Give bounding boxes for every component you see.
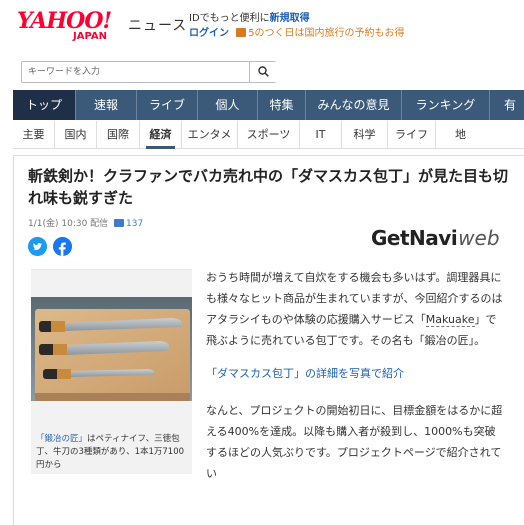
login-promo: IDでもっと便利に新規取得 ログイン 5のつく日は国内旅行の予約もお得 [189,12,405,41]
category-main[interactable]: 主要 [13,121,55,148]
category-more[interactable]: 地 [436,121,466,148]
brand-main-text: GetNavi [371,226,458,250]
comment-count[interactable]: 137 [126,219,143,229]
search-box [21,61,276,83]
article-body: おうち時間が増えて自炊をする機会も多いはず。調理器具にも様々なヒット商品が生まれ… [206,267,506,484]
logo-japan-text: JAPAN [73,31,107,42]
site-header: YAHOO! JAPAN ニュース IDでもっと便利に新規取得 ログイン 5のつ… [0,0,524,48]
article-meta: 1/1(金) 10:30 配信 137 [28,216,143,229]
photo-caption: 「鍛冶の匠」はペティナイフ、三徳包丁、牛刀の3種類があり、1本1万7100円から [36,433,191,472]
search-icon [258,66,269,77]
facebook-share-icon[interactable] [53,237,72,256]
category-nav: 主要 国内 国際 経済 エンタメ スポーツ IT 科学 ライフ 地 [13,121,524,149]
main-nav-ranking[interactable]: ランキング [402,90,490,120]
main-nav-opinion[interactable]: みんなの意見 [306,90,402,120]
main-nav-individual[interactable]: 個人 [198,90,258,120]
category-sports[interactable]: スポーツ [238,121,300,148]
logo-yahoo-text: YAHOO! [17,8,112,34]
gift-icon [236,28,247,37]
getnavi-web-logo[interactable]: GetNaviweb [371,227,500,249]
yahoo-news-logo[interactable]: YAHOO! JAPAN [17,9,129,43]
category-international[interactable]: 国際 [97,121,140,148]
main-nav: トップ 速報 ライブ 個人 特集 みんなの意見 ランキング 有 [13,90,524,120]
main-nav-feature[interactable]: 特集 [258,90,306,120]
paragraph-1: おうち時間が増えて自炊をする機会も多いはず。調理器具にも様々なヒット商品が生まれ… [206,267,506,351]
category-entertainment[interactable]: エンタメ [182,121,238,148]
promo-text: IDでもっと便利に [189,13,270,24]
comment-icon [114,219,125,227]
photo-gallery-link[interactable]: 「ダマスカス包丁」の詳細を写真で紹介 [206,363,506,384]
main-nav-top[interactable]: トップ [13,90,76,120]
promo-hint-link[interactable]: 5のつく日は国内旅行の予約もお得 [248,28,404,39]
paragraph-2: なんと、プロジェクトの開始初日に、目標金額をはるかに超える400%を達成。以降も… [206,404,503,480]
publish-date: 1/1(金) 10:30 配信 [28,219,109,229]
caption-highlight: 「鍛冶の匠」 [36,434,88,444]
article: 斬鉄剣か！クラファンでバカ売れ中の「ダマスカス包丁」が見た目も切れ味も鋭すぎた … [13,155,524,525]
search-input[interactable] [22,62,248,82]
main-nav-flash[interactable]: 速報 [76,90,137,120]
category-domestic[interactable]: 国内 [55,121,97,148]
search-button[interactable] [249,62,276,82]
category-science[interactable]: 科学 [342,121,388,148]
signup-link[interactable]: 新規取得 [270,13,310,24]
category-life[interactable]: ライフ [388,121,436,148]
main-nav-more[interactable]: 有 [490,90,524,120]
login-link[interactable]: ログイン [189,28,229,39]
share-buttons [28,237,72,256]
knife-photo[interactable] [31,297,192,401]
twitter-share-icon[interactable] [28,237,47,256]
category-economy[interactable]: 経済 [140,121,182,149]
brand-sub-text: web [458,226,500,250]
article-title: 斬鉄剣か！クラファンでバカ売れ中の「ダマスカス包丁」が見た目も切れ味も鋭すぎた [28,167,509,207]
category-it[interactable]: IT [300,121,342,148]
makuake-link[interactable]: Makuake [425,313,475,327]
main-nav-live[interactable]: ライブ [137,90,198,120]
article-figure[interactable]: 「鍛冶の匠」はペティナイフ、三徳包丁、牛刀の3種類があり、1本1万7100円から [31,269,192,474]
logo-news-text[interactable]: ニュース [128,15,187,35]
